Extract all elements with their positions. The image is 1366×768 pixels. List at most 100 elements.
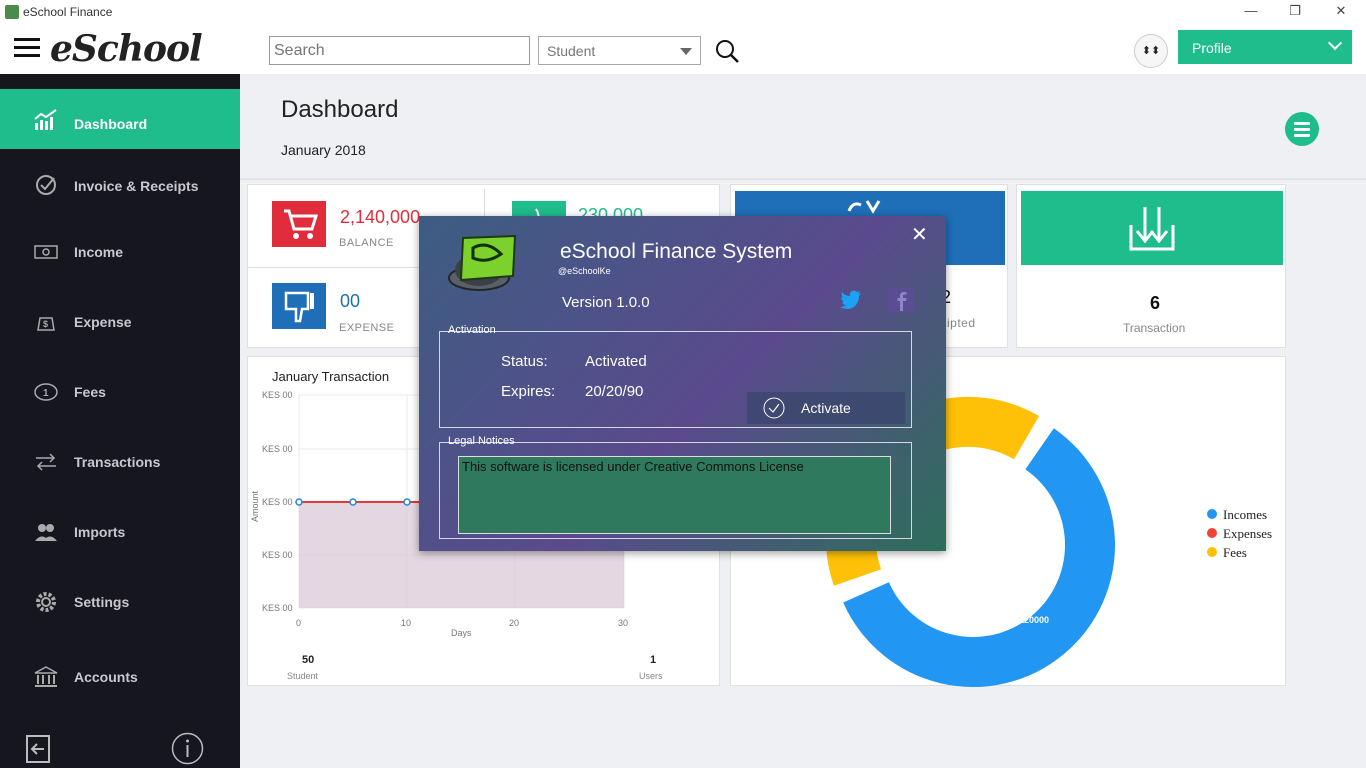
y-tick: KES 00 [262, 603, 293, 613]
chart-legend: Incomes Expenses Fees [1207, 507, 1272, 564]
sidebar-item-label: Invoice & Receipts [74, 178, 199, 194]
divider [240, 178, 1366, 180]
chevron-down-icon [1327, 35, 1343, 51]
sidebar-item-imports[interactable]: Imports [0, 501, 240, 561]
legal-text[interactable]: This software is licensed under Creative… [458, 456, 891, 534]
chart-icon [34, 109, 57, 130]
dialog-title: eSchool Finance System [560, 240, 793, 263]
sidebar-item-fees[interactable]: 1 Fees [0, 361, 240, 421]
profile-label: Profile [1192, 40, 1232, 56]
data-label: 120000 [1019, 615, 1049, 625]
sidebar: Dashboard Invoice & Receipts Income $ Ex… [0, 74, 240, 768]
top-bar: eSchool Student ⬍⬍ Profile [0, 24, 1366, 74]
sidebar-item-expense[interactable]: $ Expense [0, 291, 240, 351]
close-dialog-button[interactable]: ✕ [911, 222, 928, 247]
legal-legend: Legal Notices [448, 435, 515, 447]
sidebar-item-label: Accounts [74, 669, 138, 685]
transaction-card: 6 Transaction [1016, 184, 1286, 348]
profile-button[interactable]: Profile [1178, 30, 1352, 64]
coin-icon: 1 [34, 383, 58, 401]
search-input[interactable] [269, 36, 530, 65]
sidebar-item-label: Imports [74, 524, 126, 540]
y-tick: KES 00 [262, 550, 293, 560]
restore-button[interactable]: ❐ [1272, 0, 1318, 24]
info-icon[interactable] [171, 732, 204, 765]
expires-label: Expires: [501, 383, 556, 400]
balance-value: 2,140,000 [340, 207, 421, 227]
balance-tile [272, 201, 326, 247]
cart-icon [284, 209, 319, 239]
legend-item: Fees [1207, 545, 1272, 564]
activate-button[interactable]: Activate [747, 392, 905, 424]
app-logo: eSchool [50, 28, 203, 70]
data-point [349, 498, 357, 506]
legend-label: Expenses [1223, 526, 1273, 541]
menu-button[interactable] [1285, 112, 1319, 146]
y-tick: KES 00 [262, 444, 293, 454]
select-value: Student [547, 43, 596, 59]
legend-swatch [1207, 528, 1217, 538]
check-circle-icon [36, 175, 56, 195]
sidebar-item-label: Expense [74, 314, 132, 330]
sidebar-item-label: Fees [74, 384, 106, 400]
users-count: 1 [650, 654, 657, 666]
hamburger-menu-icon[interactable] [14, 38, 40, 58]
activation-legend: Activation [448, 324, 496, 336]
gear-icon [36, 592, 56, 612]
search-type-select[interactable]: Student [538, 36, 701, 65]
check-circle-icon [763, 397, 785, 419]
expires-value: 20/20/90 [585, 383, 644, 400]
money-icon [34, 245, 58, 259]
bank-icon [34, 666, 58, 687]
users-label: Users [639, 671, 663, 681]
exchange-icon [36, 453, 56, 471]
sidebar-item-invoice[interactable]: Invoice & Receipts [0, 154, 240, 214]
legend-label: Fees [1223, 545, 1247, 560]
data-point [295, 498, 303, 506]
version-label: Version 1.0.0 [562, 294, 650, 311]
thumbs-down-icon [284, 291, 314, 323]
window-title: eSchool Finance [23, 5, 113, 19]
app-icon [5, 5, 19, 19]
x-tick: 0 [296, 618, 301, 628]
x-tick: 30 [618, 618, 628, 628]
avatar[interactable]: ⬍⬍ [1134, 34, 1168, 68]
twitter-handle: @eSchoolKe [558, 266, 611, 276]
twitter-icon[interactable] [840, 290, 862, 310]
sidebar-item-label: Settings [74, 594, 130, 610]
money-bag-icon: $ [37, 317, 55, 331]
x-tick: 10 [401, 618, 411, 628]
y-tick: KES 00 [262, 497, 293, 507]
facebook-icon[interactable] [888, 288, 914, 312]
close-window-button[interactable]: ✕ [1318, 0, 1364, 24]
sidebar-item-settings[interactable]: Settings [0, 571, 240, 631]
status-label: Status: [501, 353, 548, 370]
expense-tile [272, 283, 326, 329]
expense-label: EXPENSE [339, 322, 395, 334]
data-point [403, 498, 411, 506]
transaction-label: Transaction [1123, 321, 1186, 335]
sidebar-item-transactions[interactable]: Transactions [0, 431, 240, 491]
logout-icon[interactable] [24, 734, 52, 764]
users-icon [35, 524, 57, 541]
legend-item: Incomes [1207, 507, 1272, 526]
page-title: Dashboard [281, 96, 399, 123]
sidebar-item-label: Dashboard [74, 116, 148, 132]
sidebar-item-dashboard[interactable]: Dashboard [0, 89, 240, 149]
sidebar-item-label: Transactions [74, 454, 161, 470]
line-chart-title: January Transaction [272, 369, 390, 384]
sidebar-item-accounts[interactable]: Accounts [0, 646, 240, 706]
y-tick: KES 00 [262, 390, 293, 400]
search-icon[interactable] [714, 38, 740, 64]
window-title-bar: eSchool Finance — ❐ ✕ [0, 0, 1366, 24]
sidebar-item-income[interactable]: Income [0, 221, 240, 281]
download-icon [1129, 207, 1175, 251]
minimize-button[interactable]: — [1228, 0, 1274, 24]
app-logo-icon [448, 234, 517, 291]
student-label: Student [287, 671, 319, 681]
status-value: Activated [585, 353, 647, 370]
x-axis-label: Days [451, 628, 472, 638]
sidebar-item-label: Income [74, 244, 124, 260]
chevron-down-icon [680, 48, 692, 55]
receipted-label: ipted [947, 316, 976, 330]
